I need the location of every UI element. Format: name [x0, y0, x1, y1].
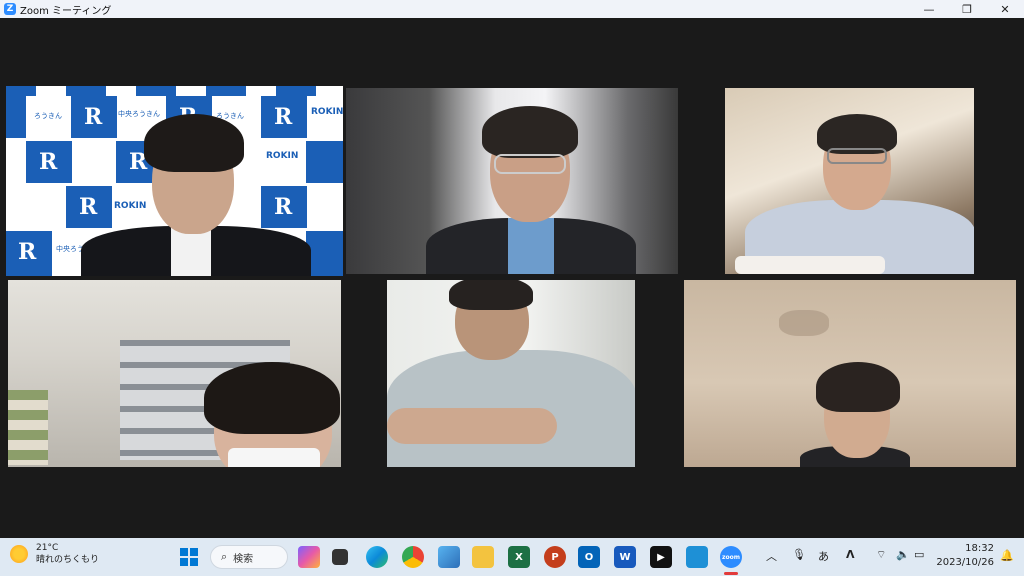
windows-taskbar: 21°C 晴れのちくもり ⌕ 検索 X P O W ▶ zoom ︿ 🎙 あ Λ…	[0, 538, 1024, 576]
gallery-view: RRR RR RR R ROKIN ROKIN ROKIN 中央ろうきん 中央ろ…	[0, 18, 1024, 538]
chrome-icon[interactable]	[402, 546, 424, 568]
file-explorer-icon[interactable]	[472, 546, 494, 568]
notification-bell-icon[interactable]: 🔔	[1000, 549, 1014, 562]
weather-sun-icon	[10, 545, 28, 563]
participant-hair	[482, 106, 578, 158]
shirt	[508, 218, 554, 274]
participant-video-5[interactable]	[387, 280, 635, 467]
microphone-icon[interactable]: 🎙	[792, 548, 806, 561]
svg-text:R: R	[274, 104, 293, 130]
side-shelf	[8, 390, 48, 465]
outlook-icon[interactable]: O	[578, 546, 600, 568]
participant-video-3[interactable]	[725, 88, 974, 274]
wall-shadow	[779, 310, 829, 336]
rokin-text-1: ROKIN	[266, 151, 298, 161]
system-clock[interactable]: 18:32 2023/10/26	[936, 542, 994, 570]
powerpoint-icon[interactable]: P	[544, 546, 566, 568]
zoom-logo-icon: Z	[4, 3, 16, 15]
svg-text:R: R	[274, 194, 293, 220]
tray-chevron-up-icon[interactable]: ︿	[766, 548, 777, 564]
task-view-icon[interactable]	[332, 549, 348, 565]
photos-icon[interactable]	[438, 546, 460, 568]
media-player-icon[interactable]: ▶	[650, 546, 672, 568]
search-icon: ⌕	[221, 550, 228, 563]
title-bar: Z Zoom ミーティング — ❐ ✕	[0, 0, 1024, 18]
taskbar-search[interactable]: ⌕ 検索	[210, 545, 288, 569]
participant-video-2[interactable]	[346, 88, 678, 274]
close-button[interactable]: ✕	[986, 0, 1024, 18]
minimize-button[interactable]: —	[910, 0, 948, 18]
weather-widget[interactable]: 21°C 晴れのちくもり	[10, 542, 99, 566]
arms	[387, 408, 557, 444]
rokin-text-2: ROKIN	[114, 201, 146, 211]
participant-video-6[interactable]	[684, 280, 1016, 467]
participant-hair	[816, 362, 900, 412]
word-icon[interactable]: W	[614, 546, 636, 568]
participant-hair	[204, 362, 340, 434]
participant-video-4[interactable]	[8, 280, 341, 467]
svg-text:R: R	[18, 239, 37, 265]
wifi-icon[interactable]: ⌔	[876, 548, 886, 562]
hands-book	[735, 256, 885, 274]
rokin-text-3: ROKIN	[311, 107, 343, 117]
zoom-app-icon[interactable]: zoom	[720, 546, 742, 568]
participant-hair	[449, 280, 533, 310]
clock-time: 18:32	[965, 543, 994, 554]
volume-icon[interactable]: 🔈	[896, 548, 910, 561]
store-icon[interactable]	[686, 546, 708, 568]
participant-hair	[144, 114, 244, 172]
ime-indicator[interactable]: あ	[818, 548, 829, 564]
window-controls: — ❐ ✕	[910, 0, 1024, 18]
search-placeholder: 検索	[233, 553, 254, 565]
battery-icon[interactable]: ▭	[914, 548, 924, 561]
svg-text:R: R	[39, 149, 58, 175]
restore-button[interactable]: ❐	[948, 0, 986, 18]
svg-text:R: R	[84, 104, 103, 130]
bank-name-1: 中央ろうきん	[118, 109, 160, 118]
bank-short-1: ろうきん	[34, 112, 62, 120]
ime-mode-icon[interactable]: Λ	[846, 548, 855, 561]
clock-date: 2023/10/26	[936, 557, 994, 568]
participant-video-1[interactable]: RRR RR RR R ROKIN ROKIN ROKIN 中央ろうきん 中央ろ…	[6, 86, 343, 276]
edge-icon[interactable]	[366, 546, 388, 568]
face-mask	[228, 448, 320, 467]
glasses-icon	[827, 148, 887, 164]
weather-description: 晴れのちくもり	[36, 555, 100, 565]
copilot-icon[interactable]	[298, 546, 320, 568]
excel-icon[interactable]: X	[508, 546, 530, 568]
windows-start-icon[interactable]	[178, 546, 200, 568]
window-title: Zoom ミーティング	[20, 5, 112, 17]
glasses-icon	[494, 154, 566, 174]
weather-temperature: 21°C	[36, 543, 59, 553]
svg-text:R: R	[79, 194, 98, 220]
active-app-indicator	[724, 572, 738, 575]
